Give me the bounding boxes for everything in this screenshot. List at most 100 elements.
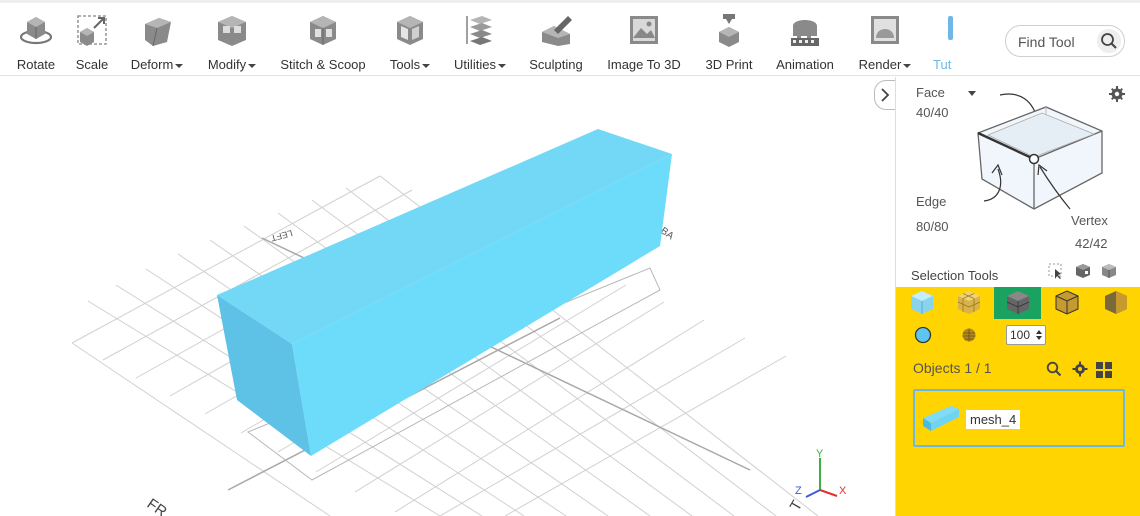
face-count: 40/40 [916,105,949,120]
viewport-canvas: LEFT BA FR T Y X Z [71,129,847,516]
modify-label: Modify [202,57,262,72]
part-mode-tab[interactable] [1092,287,1139,319]
render-tool-button[interactable]: Render [852,6,918,76]
scale-label: Scale [75,57,109,72]
objects-count-header: Objects 1 / 1 [913,360,992,376]
main-toolbar: Rotate Scale Deform Modify Stitch & Scoo… [0,0,1140,76]
vertex-count: 42/42 [1075,236,1108,251]
brush-size-value: 100 [1010,328,1031,342]
cube-edges-icon [1006,291,1030,314]
select-cursor-icon[interactable] [1047,262,1065,280]
app-window: Rotate Scale Deform Modify Stitch & Scoo… [0,0,1140,516]
cube-vertices-icon [1055,290,1079,315]
face-mode-tab[interactable] [945,287,992,319]
tools-tool-button[interactable]: Tools [382,6,438,76]
gear-icon[interactable] [1072,361,1088,377]
cube-part-icon [1105,291,1127,314]
image-to-3d-label: Image To 3D [607,57,681,72]
mesh-thumbnail-icon [923,406,959,431]
tutorials-icon [948,16,953,40]
utilities-label: Utilities [448,57,512,72]
texture-sphere-icon[interactable] [959,325,979,345]
chevron-down-icon [175,63,184,68]
objects-panel: 100 Objects 1 / 1 mesh_4 [896,287,1140,516]
face-mode-label[interactable]: Face [916,85,945,100]
image-to-3d-tool-button[interactable]: Image To 3D [600,6,688,76]
object-mode-tab[interactable] [898,287,945,319]
modify-text: Modify [207,57,247,72]
grid-label-right: T [787,498,806,514]
chevron-down-icon [903,63,912,68]
find-tool-box [1005,25,1125,57]
render-icon [871,16,899,44]
rotate-icon [19,17,53,45]
scale-icon [77,15,107,46]
deform-icon [145,18,171,47]
grid-view-icon[interactable] [1095,361,1113,379]
sculpting-label: Sculpting [529,57,583,72]
paint-color-icon[interactable] [913,325,933,345]
stitch-scoop-tool-button[interactable]: Stitch & Scoop [276,6,370,76]
utilities-tool-button[interactable]: Utilities [448,6,512,76]
stepper-arrows-icon[interactable] [1035,328,1043,342]
deform-tool-button[interactable]: Deform [124,6,190,76]
selection-cube-diagram [977,93,1103,210]
select-all-icon[interactable] [1074,262,1092,280]
3d-viewport[interactable]: LEFT BA FR T Y X Z [0,77,895,516]
tools-icon [397,16,423,45]
render-text: Render [858,57,902,72]
search-icon[interactable] [1046,361,1062,377]
edge-count: 80/80 [916,219,949,234]
selection-tools-label: Selection Tools [911,268,999,283]
sculpting-tool-button[interactable]: Sculpting [524,6,588,76]
cube-solid-icon [911,291,933,314]
axis-y-label: Y [816,448,824,460]
select-invert-icon[interactable] [1100,262,1118,280]
animation-label: Animation [776,57,834,72]
rotate-label: Rotate [16,57,56,72]
tutorials-tool-button[interactable]: Tut [928,6,956,76]
vertex-label: Vertex [1071,213,1108,228]
rotate-tool-button[interactable]: Rotate [8,6,64,76]
grid-label-front: FR [144,495,170,516]
chevron-down-icon [248,63,257,68]
find-tool-search-button[interactable] [1097,29,1121,53]
scale-tool-button[interactable]: Scale [70,6,114,76]
grid-label-left: LEFT [269,228,293,243]
3d-print-icon [719,14,739,47]
axis-z-label: Z [795,485,802,497]
collapse-panel-button[interactable] [874,80,896,110]
cube-faces-icon [957,291,981,314]
stitch-scoop-label: Stitch & Scoop [280,57,366,72]
chevron-down-icon [422,63,431,68]
deform-label: Deform [124,57,190,72]
find-tool-input[interactable] [1018,32,1094,52]
image-to-3d-icon [630,16,658,44]
right-panel: Face 40/40 Edge 80/80 Vertex 42/42 Selec… [895,77,1140,516]
selection-panel: Face 40/40 Edge 80/80 Vertex 42/42 Selec… [896,77,1140,287]
object-list-item[interactable]: mesh_4 [913,389,1125,447]
mesh-4-box[interactable] [217,129,672,456]
tools-text: Tools [389,57,421,72]
modify-icon [218,16,246,46]
utilities-icon [466,16,492,45]
modify-tool-button[interactable]: Modify [202,6,262,76]
stitch-scoop-icon [310,16,336,45]
utilities-text: Utilities [454,57,496,72]
axis-gizmo: Y X Z [795,448,847,498]
deform-text: Deform [130,57,174,72]
brush-size-stepper[interactable]: 100 [1006,325,1046,345]
3d-print-label: 3D Print [705,57,753,72]
animation-icon [791,20,819,46]
vertex-mode-tab[interactable] [1043,287,1090,319]
chevron-down-icon [497,63,506,68]
tutorials-label: Tut [933,57,952,72]
chevron-right-icon [881,88,890,102]
search-icon [1101,33,1117,49]
edge-mode-tab[interactable] [994,287,1041,319]
axis-x-label: X [839,485,847,497]
3d-print-tool-button[interactable]: 3D Print [698,6,760,76]
edge-label: Edge [916,194,947,209]
tools-label: Tools [382,57,438,72]
animation-tool-button[interactable]: Animation [770,6,840,76]
